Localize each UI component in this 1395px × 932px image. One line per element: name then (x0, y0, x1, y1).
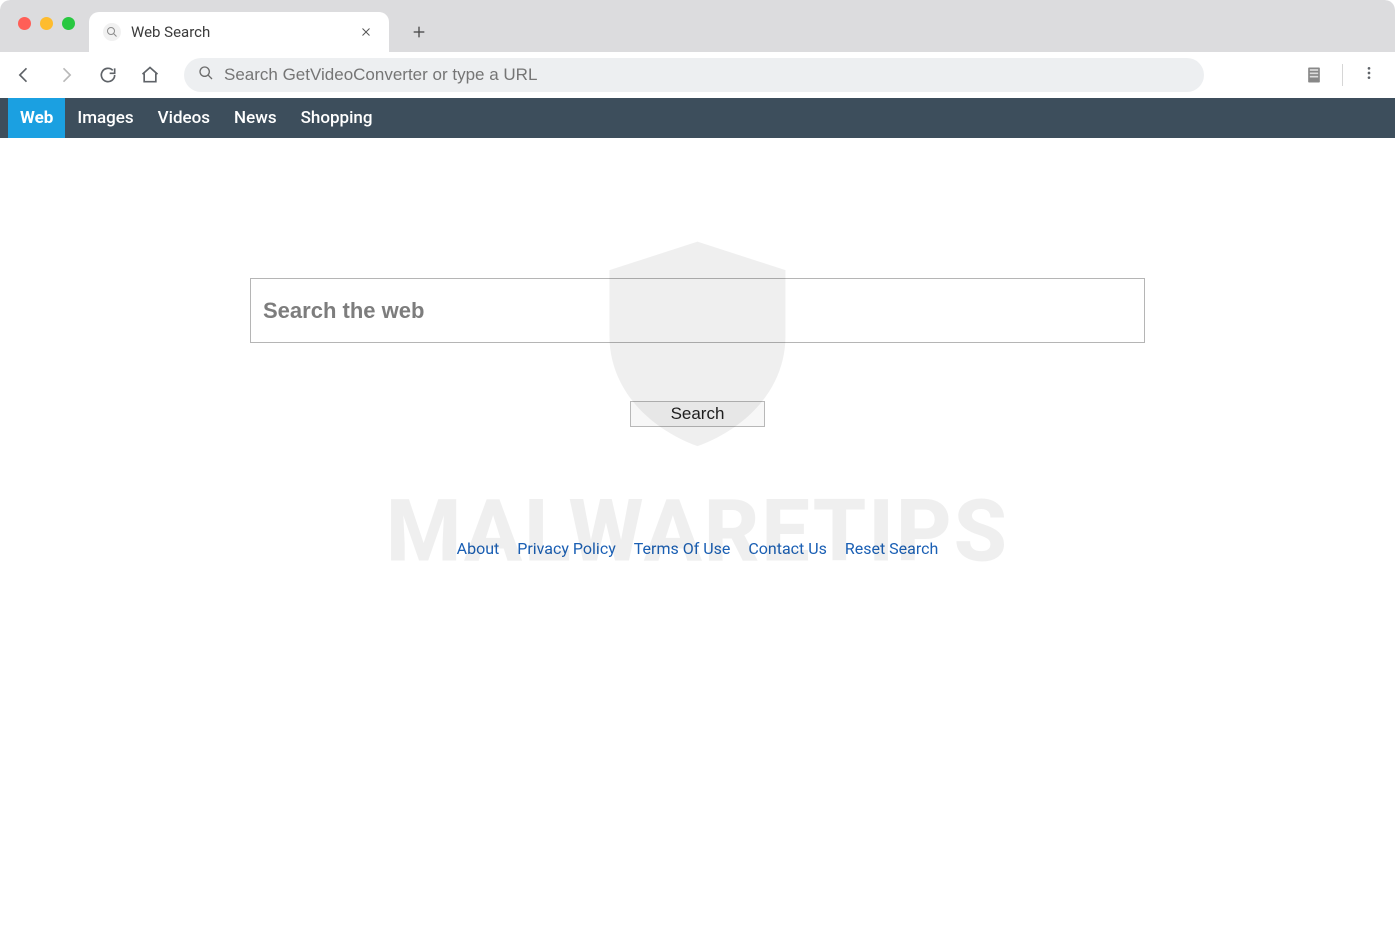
watermark-text: MALWARETIPS (386, 481, 1009, 582)
search-input[interactable] (250, 278, 1145, 343)
nav-news[interactable]: News (222, 98, 289, 138)
reload-button[interactable] (94, 61, 122, 89)
tab-strip: Web Search (0, 0, 1395, 52)
search-button[interactable]: Search (630, 401, 765, 427)
nav-web[interactable]: Web (8, 98, 65, 138)
nav-videos[interactable]: Videos (146, 98, 222, 138)
tab-title: Web Search (131, 23, 347, 41)
extension-icon[interactable] (1304, 65, 1324, 85)
search-icon (198, 65, 214, 85)
close-icon[interactable] (357, 23, 375, 41)
footer-terms[interactable]: Terms Of Use (634, 539, 731, 558)
search-icon (103, 23, 121, 41)
address-bar[interactable] (184, 58, 1204, 92)
back-button[interactable] (10, 61, 38, 89)
omnibox-input[interactable] (224, 65, 1190, 85)
kebab-menu-icon[interactable] (1361, 65, 1377, 85)
search-category-nav: Web Images Videos News Shopping (0, 98, 1395, 138)
new-tab-button[interactable] (399, 12, 439, 52)
nav-images[interactable]: Images (65, 98, 145, 138)
window-controls (10, 0, 83, 52)
footer-reset[interactable]: Reset Search (845, 539, 938, 558)
footer-links: About Privacy Policy Terms Of Use Contac… (210, 539, 1185, 558)
home-button[interactable] (136, 61, 164, 89)
footer-contact[interactable]: Contact Us (748, 539, 827, 558)
footer-about[interactable]: About (457, 539, 500, 558)
forward-button[interactable] (52, 61, 80, 89)
search-panel: MALWARETIPS Search About Privacy Policy … (210, 198, 1185, 558)
nav-shopping[interactable]: Shopping (289, 98, 385, 138)
window-close-button[interactable] (18, 17, 31, 30)
browser-tab[interactable]: Web Search (89, 12, 389, 52)
footer-privacy[interactable]: Privacy Policy (517, 539, 616, 558)
divider (1342, 64, 1343, 86)
window-minimize-button[interactable] (40, 17, 53, 30)
browser-toolbar (0, 52, 1395, 98)
page-content: Web Images Videos News Shopping MALWARET… (0, 98, 1395, 932)
window-maximize-button[interactable] (62, 17, 75, 30)
